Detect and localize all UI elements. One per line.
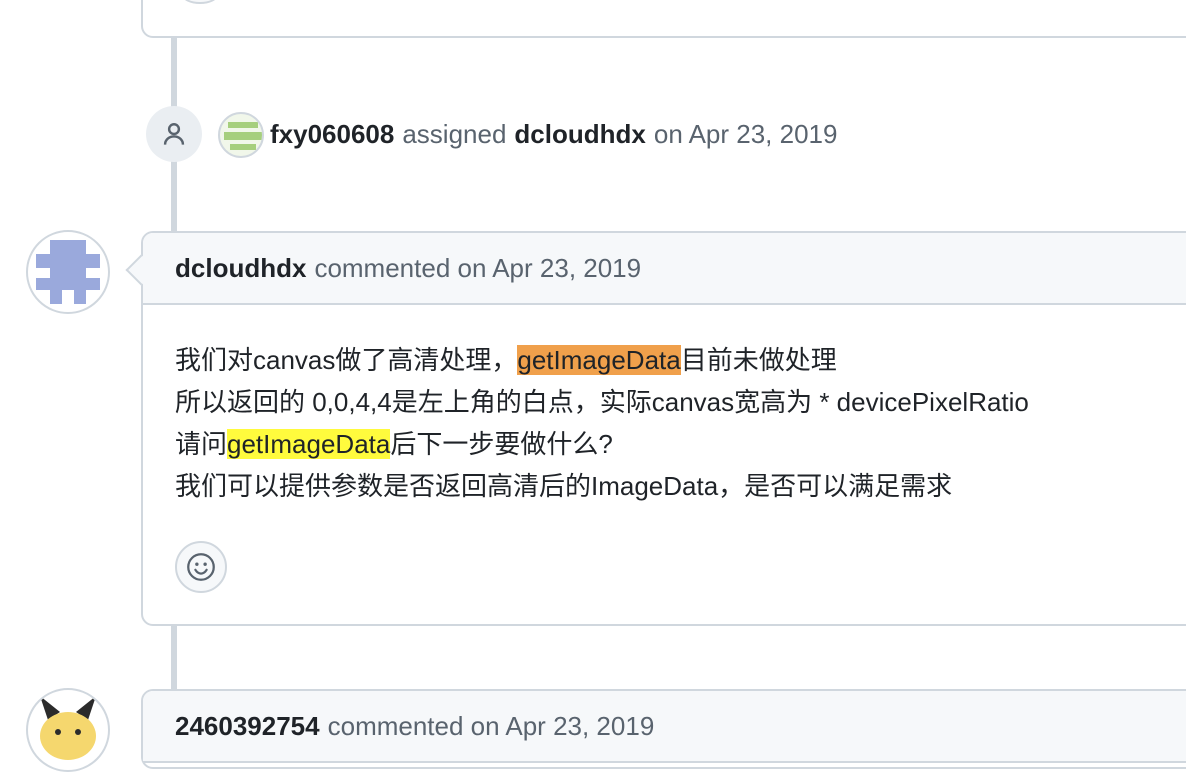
comment-card: dcloudhdx commented on Apr 23, 2019 我们对c…	[125, 231, 1186, 626]
smiley-icon	[187, 553, 215, 581]
comment-line-3: 请问getImageData后下一步要做什么?	[175, 429, 613, 459]
comment-header: dcloudhdx commented on Apr 23, 2019	[143, 233, 1186, 305]
timeline-line	[171, 160, 177, 232]
event-date[interactable]: on Apr 23, 2019	[654, 119, 838, 150]
event-badge	[146, 106, 202, 162]
timeline-line	[171, 38, 177, 110]
next-comment-author-link[interactable]: 2460392754	[175, 711, 320, 742]
next-comment-card: 2460392754 commented on Apr 23, 2019	[141, 689, 1186, 769]
next-comment-header: 2460392754 commented on Apr 23, 2019	[143, 691, 1186, 763]
timeline-line	[171, 624, 177, 692]
event-assignee-link[interactable]: dcloudhdx	[514, 119, 645, 150]
event-actor-link[interactable]: fxy060608	[270, 119, 394, 150]
comment-body: 我们对canvas做了高清处理，getImageData目前未做处理 所以返回的…	[175, 339, 1029, 507]
fxy060608-avatar[interactable]	[218, 112, 264, 158]
comment-author-link[interactable]: dcloudhdx	[175, 253, 306, 284]
comment-line-2: 所以返回的 0,0,4,4是左上角的白点，实际canvas宽高为 * devic…	[175, 387, 1029, 417]
comment-line-1: 我们对canvas做了高清处理，getImageData目前未做处理	[175, 345, 837, 375]
next-comment-timestamp[interactable]: commented on Apr 23, 2019	[328, 711, 655, 742]
next-comment-avatar[interactable]	[26, 688, 110, 772]
dcloudhdx-avatar[interactable]	[26, 230, 110, 314]
highlight-yellow: getImageData	[227, 429, 391, 459]
highlight-orange: getImageData	[517, 345, 681, 375]
comment-timestamp[interactable]: commented on Apr 23, 2019	[314, 253, 641, 284]
assign-event: fxy060608 assigned dcloudhdx on Apr 23, …	[270, 112, 837, 156]
event-action: assigned	[402, 118, 507, 149]
person-icon	[163, 123, 185, 145]
add-reaction-button[interactable]	[175, 541, 227, 593]
comment-line-4: 我们可以提供参数是否返回高清后的ImageData，是否可以满足需求	[175, 471, 953, 501]
previous-comment-card	[141, 0, 1186, 38]
